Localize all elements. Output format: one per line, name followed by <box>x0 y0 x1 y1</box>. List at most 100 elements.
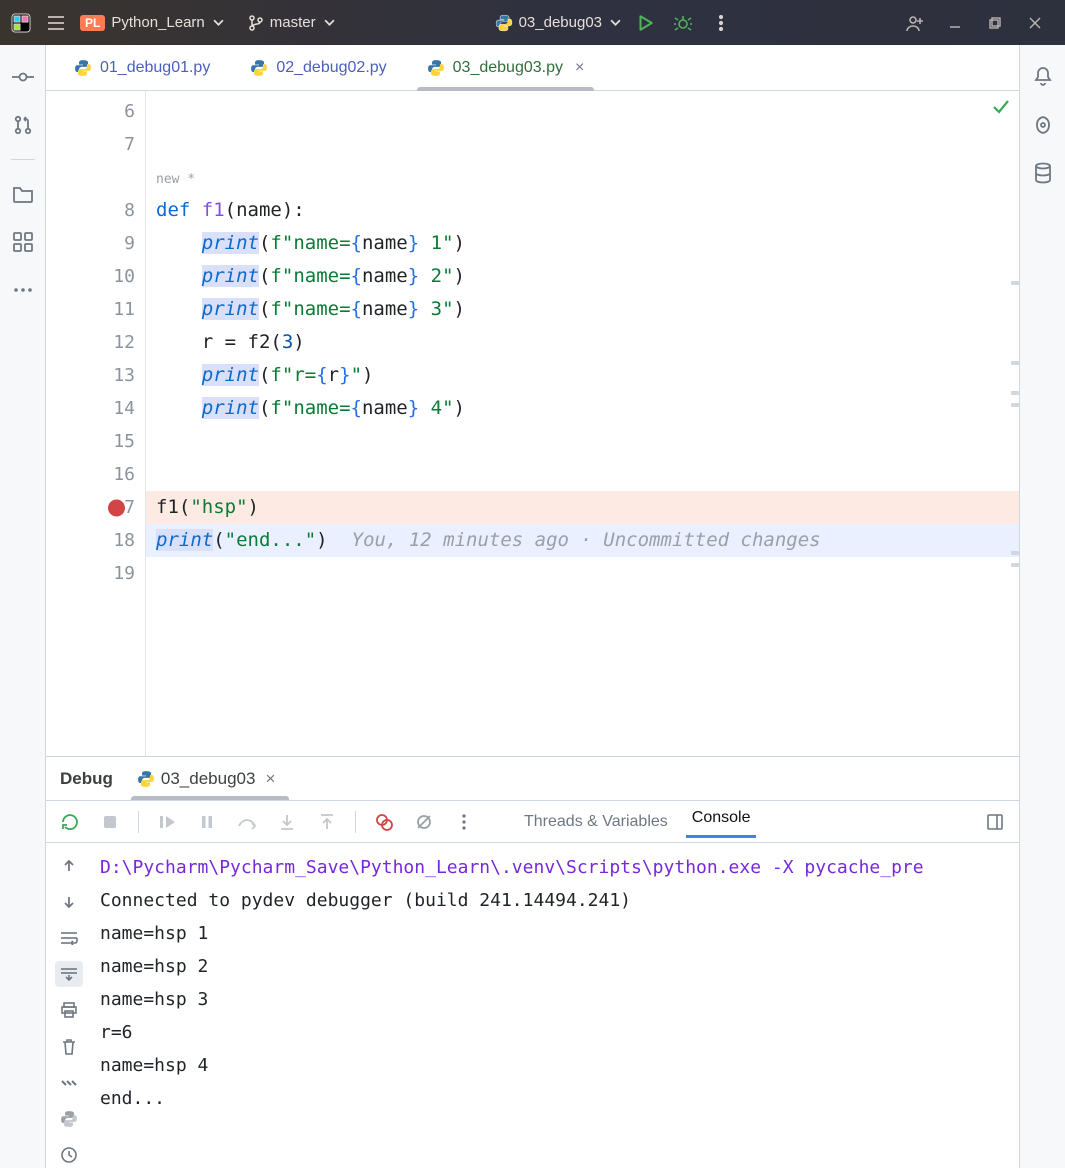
right-tool-stripe <box>1019 45 1065 1168</box>
gutter-line[interactable]: 16 <box>46 458 145 491</box>
window-restore-icon[interactable] <box>975 1 1015 45</box>
layout-settings-icon[interactable] <box>981 808 1009 836</box>
gutter-line[interactable]: 13 <box>46 359 145 392</box>
console-line: r=6 <box>100 1016 1011 1049</box>
structure-tool-icon[interactable] <box>9 228 37 256</box>
code-line[interactable]: r = f2(3) <box>146 326 1019 359</box>
inspection-ok-icon[interactable] <box>991 97 1011 117</box>
gutter-line[interactable]: 9 <box>46 227 145 260</box>
inlay-hint: new * <box>156 172 195 187</box>
gutter-line[interactable]: 17 <box>46 491 145 524</box>
debug-button[interactable] <box>669 9 697 37</box>
window-minimize-icon[interactable] <box>935 1 975 45</box>
code-line[interactable] <box>146 425 1019 458</box>
title-bar: PL Python_Learn master 03_debug03 <box>0 0 1065 45</box>
console-scroll-end-icon[interactable] <box>55 961 83 987</box>
console-python-icon[interactable] <box>55 1106 83 1132</box>
chevron-down-icon <box>213 17 224 28</box>
console-line: name=hsp 4 <box>100 1049 1011 1082</box>
code-line[interactable] <box>146 557 1019 590</box>
mute-breakpoints-button[interactable] <box>410 808 438 836</box>
vcs-branch-selector[interactable]: master <box>248 14 335 31</box>
console-history-icon[interactable] <box>55 1142 83 1168</box>
chevron-down-icon <box>324 17 335 28</box>
gutter-line[interactable]: 18 <box>46 524 145 557</box>
gutter-line[interactable]: 12 <box>46 326 145 359</box>
run-config-name: 03_debug03 <box>519 14 602 31</box>
window-close-icon[interactable] <box>1015 1 1055 45</box>
debug-panel-header: Debug 03_debug03 × <box>46 757 1019 801</box>
run-button[interactable] <box>631 9 659 37</box>
run-config-selector[interactable]: 03_debug03 <box>495 14 621 32</box>
gutter-line[interactable]: 10 <box>46 260 145 293</box>
editor-tab-label: 03_debug03.py <box>453 59 563 77</box>
code-line[interactable]: print(f"name={name} 2") <box>146 260 1019 293</box>
view-breakpoints-button[interactable] <box>370 808 398 836</box>
main-menu-icon[interactable] <box>42 9 70 37</box>
project-files-tool-icon[interactable] <box>9 180 37 208</box>
editor-gutter[interactable]: 67 8910111213141516171819 <box>46 91 146 756</box>
editor-tab[interactable]: 02_debug02.py <box>230 45 406 90</box>
gutter-line[interactable]: 8 <box>46 194 145 227</box>
gutter-line[interactable]: 11 <box>46 293 145 326</box>
project-selector[interactable]: PL Python_Learn <box>80 14 224 31</box>
code-line[interactable] <box>146 458 1019 491</box>
more-tool-icon[interactable] <box>9 276 37 304</box>
console-up-icon[interactable] <box>55 853 83 879</box>
console-line: end... <box>100 1082 1011 1115</box>
tab-options-icon[interactable] <box>987 54 1019 82</box>
code-line[interactable]: print(f"name={name} 1") <box>146 227 1019 260</box>
step-into-button[interactable] <box>273 808 301 836</box>
resume-button[interactable] <box>153 808 181 836</box>
console-down-icon[interactable] <box>55 889 83 915</box>
step-out-button[interactable] <box>313 808 341 836</box>
editor-error-stripe[interactable] <box>1009 91 1019 756</box>
step-over-button[interactable] <box>233 808 261 836</box>
code-line[interactable]: def f1(name): <box>146 194 1019 227</box>
debug-more-icon[interactable] <box>450 808 478 836</box>
code-line[interactable]: f1("hsp") <box>146 491 1019 524</box>
tab-threads-vars[interactable]: Threads & Variables <box>518 809 674 835</box>
gutter-line[interactable]: 15 <box>46 425 145 458</box>
editor-tab[interactable]: 01_debug01.py <box>54 45 230 90</box>
close-icon[interactable]: × <box>265 769 275 789</box>
database-tool-icon[interactable] <box>1029 159 1057 187</box>
tab-debug[interactable]: Debug <box>58 769 115 789</box>
console-soft-wrap-icon[interactable] <box>55 925 83 951</box>
commit-tool-icon[interactable] <box>9 63 37 91</box>
console-output[interactable]: D:\Pycharm\Pycharm_Save\Python_Learn\.ve… <box>92 843 1019 1168</box>
pull-requests-tool-icon[interactable] <box>9 111 37 139</box>
gutter-line[interactable]: 6 <box>46 95 145 128</box>
more-run-icon[interactable] <box>707 9 735 37</box>
gutter-line[interactable]: 7 <box>46 128 145 161</box>
debug-session-tab[interactable]: 03_debug03 × <box>137 769 275 789</box>
code-line[interactable]: print(f"r={r}") <box>146 359 1019 392</box>
code-line[interactable] <box>146 128 1019 161</box>
code-line[interactable]: print(f"name={name} 3") <box>146 293 1019 326</box>
code-line[interactable]: print("end...")You, 12 minutes ago · Unc… <box>146 524 1019 557</box>
console-line: name=hsp 1 <box>100 917 1011 950</box>
gutter-line[interactable]: 14 <box>46 392 145 425</box>
close-icon[interactable]: × <box>575 59 584 77</box>
ai-assistant-tool-icon[interactable] <box>1029 111 1057 139</box>
notifications-tool-icon[interactable] <box>1029 63 1057 91</box>
console-more-icon[interactable] <box>55 1070 83 1096</box>
stop-button[interactable] <box>96 808 124 836</box>
debug-tool-window: Debug 03_debug03 × <box>46 756 1019 1168</box>
tab-console[interactable]: Console <box>686 805 757 838</box>
console-trash-icon[interactable] <box>55 1034 83 1060</box>
console-line: Connected to pydev debugger (build 241.1… <box>100 884 1011 917</box>
code-editor[interactable]: 67 8910111213141516171819 new * def f1(na… <box>46 91 1019 756</box>
editor-tab[interactable]: 03_debug03.py × <box>407 45 605 90</box>
code-line[interactable]: print(f"name={name} 4") <box>146 392 1019 425</box>
project-badge: PL <box>80 15 105 31</box>
rerun-button[interactable] <box>56 808 84 836</box>
pause-button[interactable] <box>193 808 221 836</box>
app-logo-icon[interactable] <box>10 12 32 34</box>
console-line: D:\Pycharm\Pycharm_Save\Python_Learn\.ve… <box>100 851 1011 884</box>
editor-content[interactable]: new * def f1(name): print(f"name={name} 1… <box>146 91 1019 756</box>
code-line[interactable] <box>146 95 1019 128</box>
code-with-me-icon[interactable] <box>895 1 935 45</box>
gutter-line[interactable]: 19 <box>46 557 145 590</box>
console-print-icon[interactable] <box>55 997 83 1023</box>
